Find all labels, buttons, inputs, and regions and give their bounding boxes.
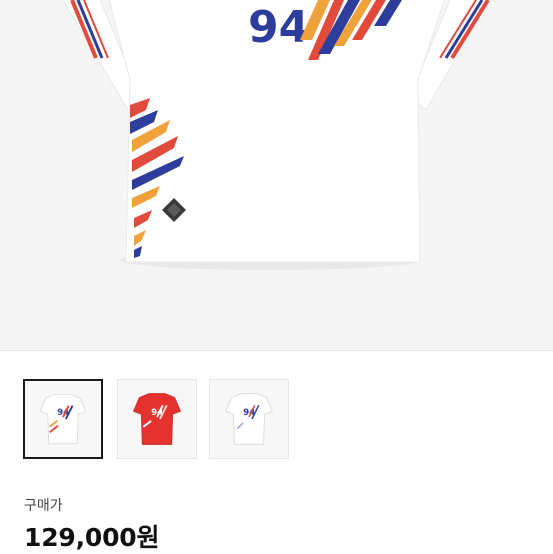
product-image: 94 bbox=[0, 0, 553, 350]
thumbnail-red-jersey[interactable]: 94 bbox=[117, 379, 197, 459]
thumbnail-white-jersey[interactable]: 94 bbox=[23, 379, 103, 459]
jersey-thumbnail-icon: 94 bbox=[39, 393, 87, 445]
jersey-number: 94 bbox=[248, 2, 309, 53]
jersey-thumbnail-icon: 94 bbox=[224, 393, 274, 445]
price-value: 129,000원 bbox=[24, 523, 160, 552]
jersey-thumbnail-icon: 94 bbox=[132, 393, 182, 445]
thumbnail-strip: 94 94 94 bbox=[0, 351, 553, 477]
price-label: 구매가 bbox=[24, 498, 63, 514]
thumbnail-white-jersey-alt[interactable]: 94 bbox=[209, 379, 289, 459]
jersey-illustration: 94 bbox=[62, 0, 490, 270]
